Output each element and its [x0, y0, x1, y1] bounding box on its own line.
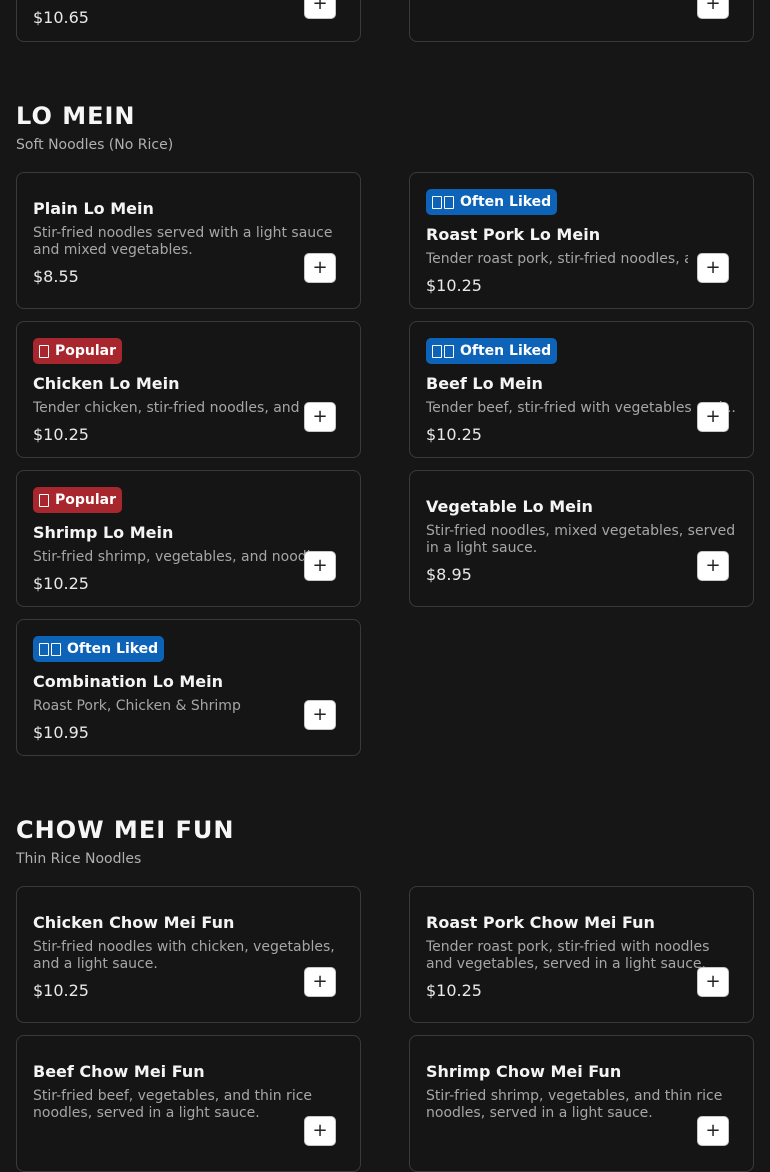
item-name: Roast Pork Lo Mein	[426, 225, 601, 244]
menu-item-card[interactable]: Often Liked Beef Lo Mein Tender beef, st…	[409, 321, 754, 458]
badge-label: Often Liked	[460, 343, 552, 359]
badge-label: Often Liked	[460, 194, 552, 210]
item-price: $10.25	[426, 981, 482, 1000]
menu-item-card[interactable]: Often Liked Roast Pork Lo Mein Tender ro…	[409, 172, 754, 309]
item-description: Stir-fried noodles served with a light s…	[33, 225, 333, 258]
item-name: Chicken Chow Mei Fun	[33, 913, 235, 932]
thumbs-up-icon	[432, 195, 454, 209]
section-title: LO MEIN	[16, 102, 136, 130]
item-price: $8.95	[426, 565, 472, 584]
popular-badge: Popular	[33, 487, 123, 513]
add-item-button[interactable]: +	[697, 1116, 729, 1146]
add-item-button[interactable]: +	[697, 402, 729, 432]
item-price: $10.25	[426, 425, 482, 444]
item-name: Plain Lo Mein	[33, 199, 154, 218]
add-item-button[interactable]: +	[304, 0, 336, 19]
often-liked-badge: Often Liked	[33, 636, 165, 662]
menu-item-card[interactable]: Popular Chicken Lo Mein Tender chicken, …	[16, 321, 361, 458]
often-liked-badge: Often Liked	[426, 338, 558, 364]
item-name: Shrimp Lo Mein	[33, 523, 174, 542]
item-description: Tender chicken, stir-fried noodles, and	[33, 400, 300, 416]
add-item-button[interactable]: +	[304, 253, 336, 283]
add-item-button[interactable]: +	[304, 1116, 336, 1146]
menu-item-card[interactable]: Plain Lo Mein Stir-fried noodles served …	[16, 172, 361, 309]
item-price: $10.95	[33, 723, 89, 742]
fire-icon	[39, 344, 49, 358]
popular-badge: Popular	[33, 338, 123, 364]
section-title: CHOW MEI FUN	[16, 816, 235, 844]
item-description: Tender roast pork, stir-fried with noodl…	[426, 939, 710, 972]
badge-label: Often Liked	[67, 641, 159, 657]
add-item-button[interactable]: +	[304, 402, 336, 432]
menu-item-card[interactable]: Often Liked Combination Lo Mein Roast Po…	[16, 619, 361, 756]
item-description: Tender beef, stir-fried with vegetables …	[426, 400, 736, 416]
add-item-button[interactable]: +	[697, 253, 729, 283]
item-description: Roast Pork, Chicken & Shrimp	[33, 698, 241, 714]
item-name: Beef Lo Mein	[426, 374, 543, 393]
menu-item-card[interactable]: $10.65 +	[16, 0, 361, 42]
item-description: Stir-fried shrimp, vegetables, and noodl…	[33, 549, 331, 565]
item-name: Vegetable Lo Mein	[426, 497, 593, 516]
item-name: Shrimp Chow Mei Fun	[426, 1062, 622, 1081]
section-subtitle: Thin Rice Noodles	[16, 851, 142, 867]
item-price: $10.25	[33, 425, 89, 444]
fire-icon	[39, 493, 49, 507]
item-price: $10.25	[33, 574, 89, 593]
add-item-button[interactable]: +	[697, 551, 729, 581]
add-item-button[interactable]: +	[304, 551, 336, 581]
menu-item-card[interactable]: Popular Shrimp Lo Mein Stir-fried shrimp…	[16, 470, 361, 607]
item-description: Stir-fried noodles with chicken, vegetab…	[33, 939, 335, 972]
menu-item-card[interactable]: Chicken Chow Mei Fun Stir-fried noodles …	[16, 886, 361, 1023]
thumbs-up-icon	[432, 344, 454, 358]
menu-item-card[interactable]: +	[409, 0, 754, 42]
add-item-button[interactable]: +	[697, 0, 729, 19]
item-name: Chicken Lo Mein	[33, 374, 180, 393]
menu-item-card[interactable]: Shrimp Chow Mei Fun Stir-fried shrimp, v…	[409, 1035, 754, 1172]
add-item-button[interactable]: +	[304, 700, 336, 730]
often-liked-badge: Often Liked	[426, 189, 558, 215]
add-item-button[interactable]: +	[697, 967, 729, 997]
item-description: Stir-fried noodles, mixed vegetables, se…	[426, 523, 736, 556]
item-name: Beef Chow Mei Fun	[33, 1062, 205, 1081]
section-subtitle: Soft Noodles (No Rice)	[16, 137, 174, 153]
add-item-button[interactable]: +	[304, 967, 336, 997]
item-price: $10.25	[33, 981, 89, 1000]
menu-item-card[interactable]: Roast Pork Chow Mei Fun Tender roast por…	[409, 886, 754, 1023]
item-price: $10.25	[426, 276, 482, 295]
item-name: Combination Lo Mein	[33, 672, 224, 691]
item-price: $8.55	[33, 267, 79, 286]
menu-item-card[interactable]: Beef Chow Mei Fun Stir-fried beef, veget…	[16, 1035, 361, 1172]
item-name: Roast Pork Chow Mei Fun	[426, 913, 655, 932]
item-description: Tender roast pork, stir-fried noodles, a…	[426, 251, 688, 267]
item-description: Stir-fried shrimp, vegetables, and thin …	[426, 1088, 723, 1121]
thumbs-up-icon	[39, 642, 61, 656]
menu-item-card[interactable]: Vegetable Lo Mein Stir-fried noodles, mi…	[409, 470, 754, 607]
item-description: Stir-fried beef, vegetables, and thin ri…	[33, 1088, 313, 1121]
item-price: $10.65	[33, 8, 89, 27]
badge-label: Popular	[55, 492, 117, 508]
badge-label: Popular	[55, 343, 117, 359]
